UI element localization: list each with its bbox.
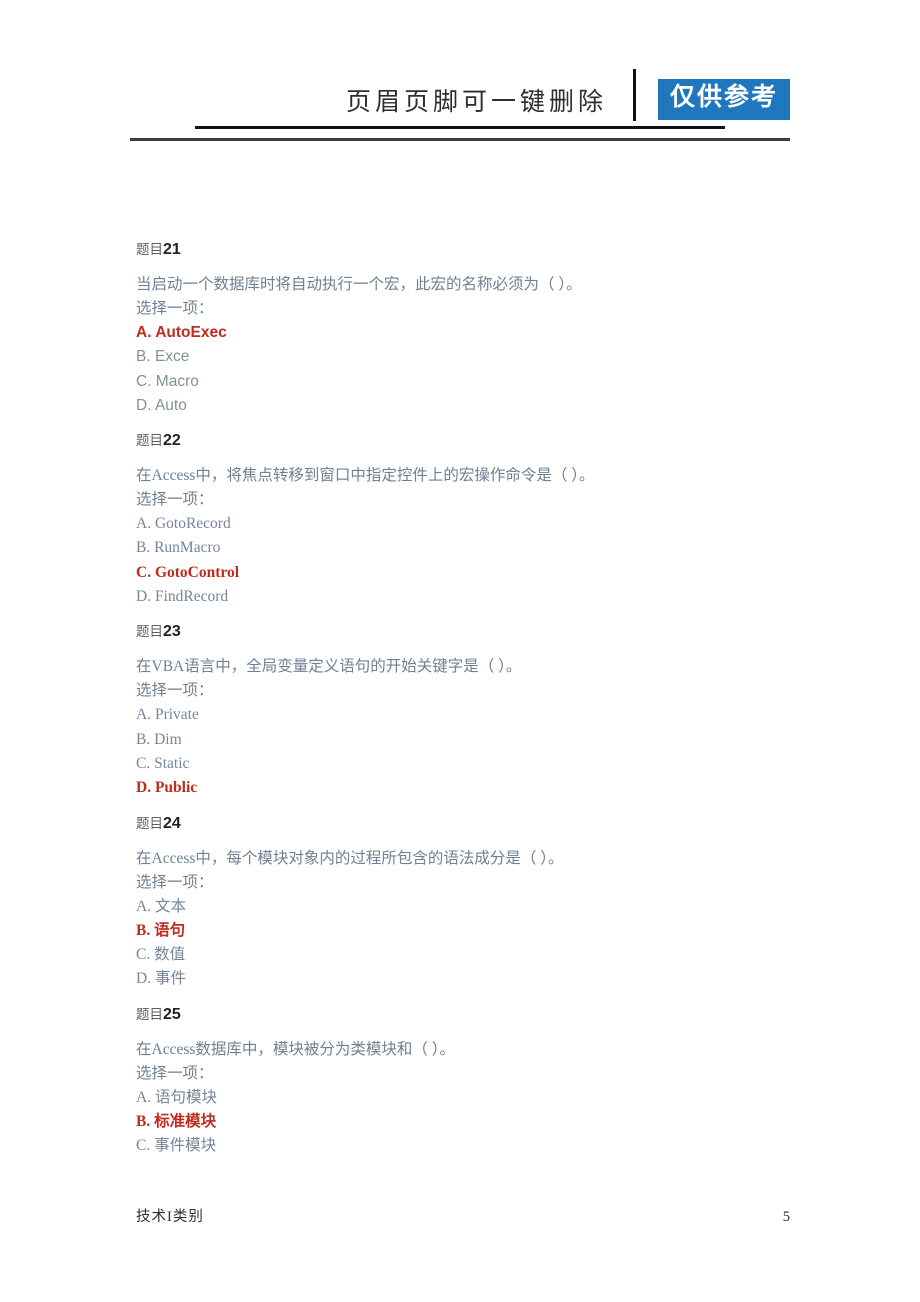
question-number: 22 [163, 432, 181, 450]
document-page: 页眉页脚可一键删除 仅供参考 题目21 当启动一个数据库时将自动执行一个宏，此宏的… [0, 0, 920, 1302]
question-number: 25 [163, 1005, 181, 1023]
option-item[interactable]: B. Dim [136, 728, 796, 752]
option-list: A. AutoExec B. Exce C. Macro D. Auto [136, 321, 796, 418]
option-item-correct[interactable]: A. AutoExec [136, 321, 796, 345]
question-label-prefix: 题目 [136, 815, 163, 831]
option-item[interactable]: A. Private [136, 703, 796, 727]
option-item[interactable]: C. Static [136, 752, 796, 776]
question-text: 在Access数据库中，模块被分为类模块和（ ）。 [136, 1040, 456, 1058]
option-item[interactable]: D. Auto [136, 394, 796, 418]
question-label: 题目21 [136, 240, 796, 260]
question-block: 题目21 当启动一个数据库时将自动执行一个宏，此宏的名称必须为（ ）。 选择一项： A… [136, 240, 796, 418]
header-rule-outer [130, 138, 790, 141]
question-number: 24 [163, 814, 181, 832]
question-block: 题目23 在VBA语言中，全局变量定义语句的开始关键字是（ ）。 选择一项： A. P… [136, 622, 796, 800]
question-block: 题目22 在Access中，将焦点转移到窗口中指定控件上的宏操作命令是（ ）。 选择… [136, 431, 796, 609]
option-item-correct[interactable]: C. GotoControl [136, 561, 796, 585]
footer-page-number: 5 [782, 1209, 790, 1225]
option-item[interactable]: D. FindRecord [136, 585, 796, 609]
option-item-correct[interactable]: B. 语句 [136, 919, 796, 943]
option-item[interactable]: C. 数值 [136, 943, 796, 967]
option-item[interactable]: B. RunMacro [136, 536, 796, 560]
option-item[interactable]: C. 事件模块 [136, 1134, 796, 1158]
option-item-correct[interactable]: D. Public [136, 776, 796, 800]
question-text: 在Access中，每个模块对象内的过程所包含的语法成分是（ ）。 [136, 849, 564, 867]
question-text: 当启动一个数据库时将自动执行一个宏，此宏的名称必须为（ ）。 [136, 276, 582, 293]
option-item[interactable]: A. GotoRecord [136, 512, 796, 536]
option-item[interactable]: B. Exce [136, 345, 796, 369]
question-label: 题目22 [136, 431, 796, 451]
question-label: 题目25 [136, 1005, 796, 1025]
footer-category-label: 技术I类别 [136, 1209, 204, 1225]
question-label-prefix: 题目 [136, 624, 163, 640]
header-vertical-divider [632, 69, 636, 121]
question-label: 题目23 [136, 622, 796, 642]
option-item[interactable]: A. 语句模块 [136, 1086, 796, 1110]
option-item[interactable]: C. Macro [136, 370, 796, 394]
option-item[interactable]: D. 事件 [136, 967, 796, 991]
questions-list: 题目21 当启动一个数据库时将自动执行一个宏，此宏的名称必须为（ ）。 选择一项： A… [136, 240, 796, 1172]
question-block: 题目24 在Access中，每个模块对象内的过程所包含的语法成分是（ ）。 选择一项… [136, 814, 796, 992]
option-list: A. 文本 B. 语句 C. 数值 D. 事件 [136, 895, 796, 992]
header-rule-inner [195, 126, 725, 129]
header-badge: 仅供参考 [657, 79, 790, 120]
question-text: 在VBA语言中，全局变量定义语句的开始关键字是（ ）。 [136, 658, 522, 676]
choose-one-prompt: 选择一项： [136, 1064, 214, 1082]
option-item[interactable]: A. 文本 [136, 895, 796, 919]
option-list: A. GotoRecord B. RunMacro C. GotoControl D.… [136, 512, 796, 609]
choose-one-prompt: 选择一项： [136, 300, 214, 317]
option-list: A. Private B. Dim C. Static D. Public [136, 703, 796, 800]
question-number: 23 [163, 623, 181, 641]
choose-one-prompt: 选择一项： [136, 873, 214, 891]
page-footer: 技术I类别 5 [136, 1205, 790, 1226]
header-title: 页眉页脚可一键删除 [345, 88, 607, 116]
question-block: 题目25 在Access数据库中，模块被分为类模块和（ ）。 选择一项： A. 语句模… [136, 1005, 796, 1159]
question-label-prefix: 题目 [136, 1006, 163, 1022]
question-label: 题目24 [136, 814, 796, 834]
option-item-correct[interactable]: B. 标准模块 [136, 1110, 796, 1134]
option-list: A. 语句模块 B. 标准模块 C. 事件模块 [136, 1086, 796, 1159]
question-label-prefix: 题目 [136, 433, 163, 449]
question-text: 在Access中，将焦点转移到窗口中指定控件上的宏操作命令是（ ）。 [136, 467, 595, 485]
header-content: 页眉页脚可一键删除 仅供参考 [130, 60, 790, 122]
page-header: 页眉页脚可一键删除 仅供参考 [130, 60, 790, 141]
question-number: 21 [163, 241, 181, 258]
choose-one-prompt: 选择一项： [136, 491, 214, 509]
question-label-prefix: 题目 [136, 242, 163, 257]
choose-one-prompt: 选择一项： [136, 682, 214, 700]
